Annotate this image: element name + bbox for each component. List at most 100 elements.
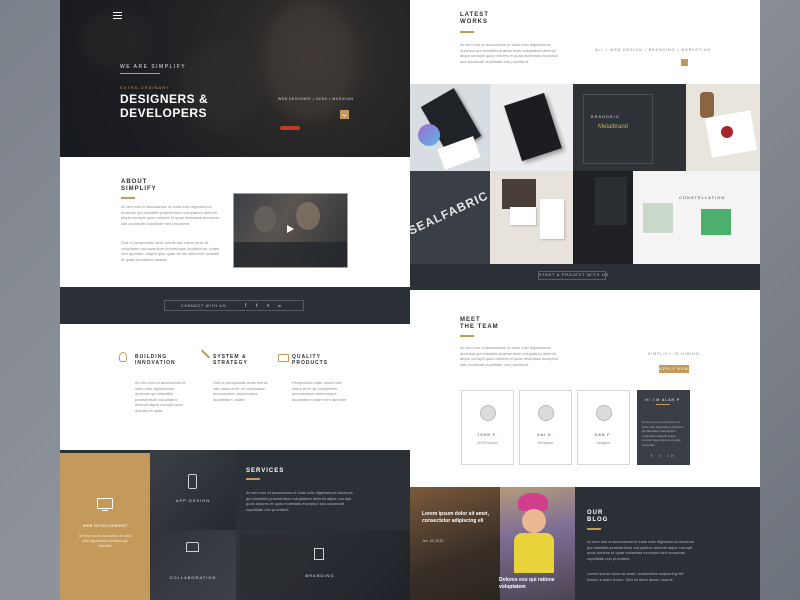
hero-kicker: EXTRA-ORDINARY [120, 85, 170, 90]
works-title-line2: WORKS [460, 19, 488, 25]
briefcase-icon [278, 354, 289, 362]
member-3-name: DAN F. [594, 433, 613, 437]
collaboration-label: COLLABORATION [169, 575, 217, 580]
works-next-button[interactable] [681, 59, 688, 66]
branding-label: BRANDING [305, 573, 335, 578]
constellation-label: CONSTELLATION [679, 195, 726, 200]
facebook-icon[interactable]: f [245, 303, 246, 309]
apply-now-button[interactable]: APPLY NOW [659, 365, 689, 373]
blog-text: At vero eos et accusamus et iusto odio d… [587, 539, 694, 561]
feature-1-text: At vero eos et accusamus et iusto odio d… [135, 380, 186, 413]
twitter-icon[interactable]: t [256, 303, 257, 309]
connect-label: CONNECT WITH US: [181, 303, 228, 308]
brandbig-label: BRANDBIG [591, 114, 620, 119]
start-project-button[interactable]: START A PROJECT WITH US [538, 271, 608, 280]
works-filter-tabs[interactable]: ALL • WEB DESIGN • BRANDING • MARKETING [595, 48, 711, 52]
phone-icon [186, 542, 199, 552]
connect-box: CONNECT WITH US: f t v in [164, 300, 304, 311]
portfolio-grid: BRANDBIG Metalbrand SEALFABRIC CONSTELLA… [410, 84, 760, 264]
team-card-2[interactable]: KAI D. Developer [519, 390, 572, 465]
portfolio-tile-dark-cards[interactable] [490, 84, 573, 171]
feature-2-title-line2: STRATEGY [213, 360, 248, 366]
hero-watch-accent [280, 126, 300, 130]
lightbulb-icon [119, 352, 127, 362]
about-video-thumbnail[interactable] [233, 193, 348, 268]
portfolio-tile-business-cards[interactable] [410, 84, 490, 171]
metalbrand-label: Metalbrand [598, 124, 629, 130]
portfolio-tile-sealfabric[interactable]: SEALFABRIC [410, 171, 490, 264]
play-icon[interactable] [287, 225, 294, 233]
web-development-text: At vero eos et accusamus et iusto odio d… [78, 534, 132, 548]
hiring-label: SIMPLIFY IS HIRING! [648, 352, 702, 356]
start-project-bar: START A PROJECT WITH US [410, 264, 760, 290]
team-rule [460, 335, 474, 337]
works-rule [460, 31, 474, 33]
web-development-label: WEB DEVELOPMENT [82, 523, 128, 528]
service-tile-collaboration[interactable]: COLLABORATION [150, 530, 236, 600]
scroll-down-button[interactable] [340, 110, 349, 119]
hamburger-menu-icon[interactable] [113, 12, 122, 19]
about-paragraph-1: At vero eos et accusamus et iusto odio d… [121, 204, 220, 226]
hover-member-name: HI I'M ALAN P. [645, 398, 682, 402]
services-title: SERVICES [246, 468, 285, 474]
linkedin-icon[interactable]: in [278, 303, 281, 308]
team-text: At vero eos et accusamus et iusto odio d… [460, 345, 559, 367]
team-card-3[interactable]: DAN F. Designer [577, 390, 630, 465]
connect-bar: CONNECT WITH US: f t v in [60, 287, 410, 324]
member-1-role: CEO/Founder [476, 441, 499, 445]
team-card-1[interactable]: JOHN F. CEO/Founder [461, 390, 514, 465]
tools-icon [200, 349, 211, 359]
member-2-role: Developer [537, 441, 554, 445]
features-section: BUILDING INNOVATION At vero eos et accus… [60, 324, 410, 450]
blog-post-1-image[interactable]: Lorem ipsum dolor sit amet, consectetur … [410, 487, 500, 600]
smartphone-icon [188, 474, 197, 489]
avatar [538, 405, 554, 421]
feature-1-title-line2: INNOVATION [135, 360, 176, 366]
app-design-label: APP DESIGN [175, 498, 211, 503]
feature-3-text: Perspiciatis unde omnis iste natus error… [292, 380, 347, 402]
services-rule [246, 478, 260, 480]
feature-2-text: Sed ut perspiciatis unde omnis iste natu… [213, 380, 268, 402]
portfolio-tile-constellation[interactable]: CONSTELLATION [633, 171, 760, 264]
hero-rule [120, 73, 160, 74]
works-title-line1: LATEST [460, 12, 489, 18]
blog-post-1-date: Jan. 16, 2015 [422, 539, 444, 543]
feature-3-title-line2: PRODUCTS [292, 360, 329, 366]
blog-post-2-image[interactable]: Dolores eos qui ratione voluptatem [499, 487, 575, 600]
about-rule [121, 197, 135, 199]
service-tile-web-development[interactable]: WEB DEVELOPMENT At vero eos et accusamus… [60, 453, 150, 600]
left-page-column: WE ARE SIMPLIFY EXTRA-ORDINARY DESIGNERS… [60, 0, 410, 600]
monitor-icon [97, 498, 113, 509]
chevron-down-icon [342, 112, 347, 117]
member-3-role: Designer [596, 441, 611, 445]
blog-title-line2: BLOG [587, 517, 609, 523]
vimeo-icon[interactable]: v [267, 303, 270, 309]
blog-section: Lorem ipsum dolor sit amet, consectetur … [410, 487, 760, 600]
blog-post-2-title: Dolores eos qui ratione voluptatem [499, 577, 555, 590]
book-icon [314, 548, 324, 560]
blog-rule [587, 528, 601, 530]
about-title-line2: SIMPLIFY [121, 186, 157, 192]
team-card-hover[interactable]: HI I'M ALAN P. At vero eos et accusamus … [637, 390, 690, 465]
portfolio-tile-dark-site[interactable] [573, 171, 633, 264]
service-tile-app-design[interactable]: APP DESIGN [150, 450, 236, 530]
team-title-line2: THE TEAM [460, 324, 499, 330]
works-header: LATEST WORKS At vero eos et accusamus et… [410, 0, 760, 84]
portfolio-tile-brandbig[interactable]: BRANDBIG Metalbrand [573, 84, 686, 171]
hero-section: WE ARE SIMPLIFY EXTRA-ORDINARY DESIGNERS… [60, 0, 410, 157]
hero-title-line1: DESIGNERS & [120, 92, 209, 106]
blog-text-2: Lorem ipsum dolor sit amet, consectetur … [587, 571, 685, 582]
service-tile-branding[interactable]: BRANDING [236, 530, 410, 600]
about-title-line1: ABOUT [121, 179, 148, 185]
hero-title-line2: DEVELOPERS [120, 106, 208, 120]
member-1-name: JOHN F. [477, 433, 498, 437]
about-paragraph-2: Sed ut perspiciatis unde omnis iste natu… [121, 240, 220, 262]
hover-member-text: At vero eos et accusamus et iusto odio d… [642, 420, 684, 447]
hero-tagline: WE ARE SIMPLIFY [120, 64, 187, 70]
avatar [596, 405, 612, 421]
services-text: At vero eos et accusamus et iusto odio d… [246, 490, 353, 512]
hover-social-icons[interactable]: f t in [651, 453, 677, 458]
portfolio-tile-wax-seal[interactable] [686, 84, 760, 171]
team-title-line1: MEET [460, 317, 481, 323]
portfolio-tile-stationery[interactable] [490, 171, 573, 264]
